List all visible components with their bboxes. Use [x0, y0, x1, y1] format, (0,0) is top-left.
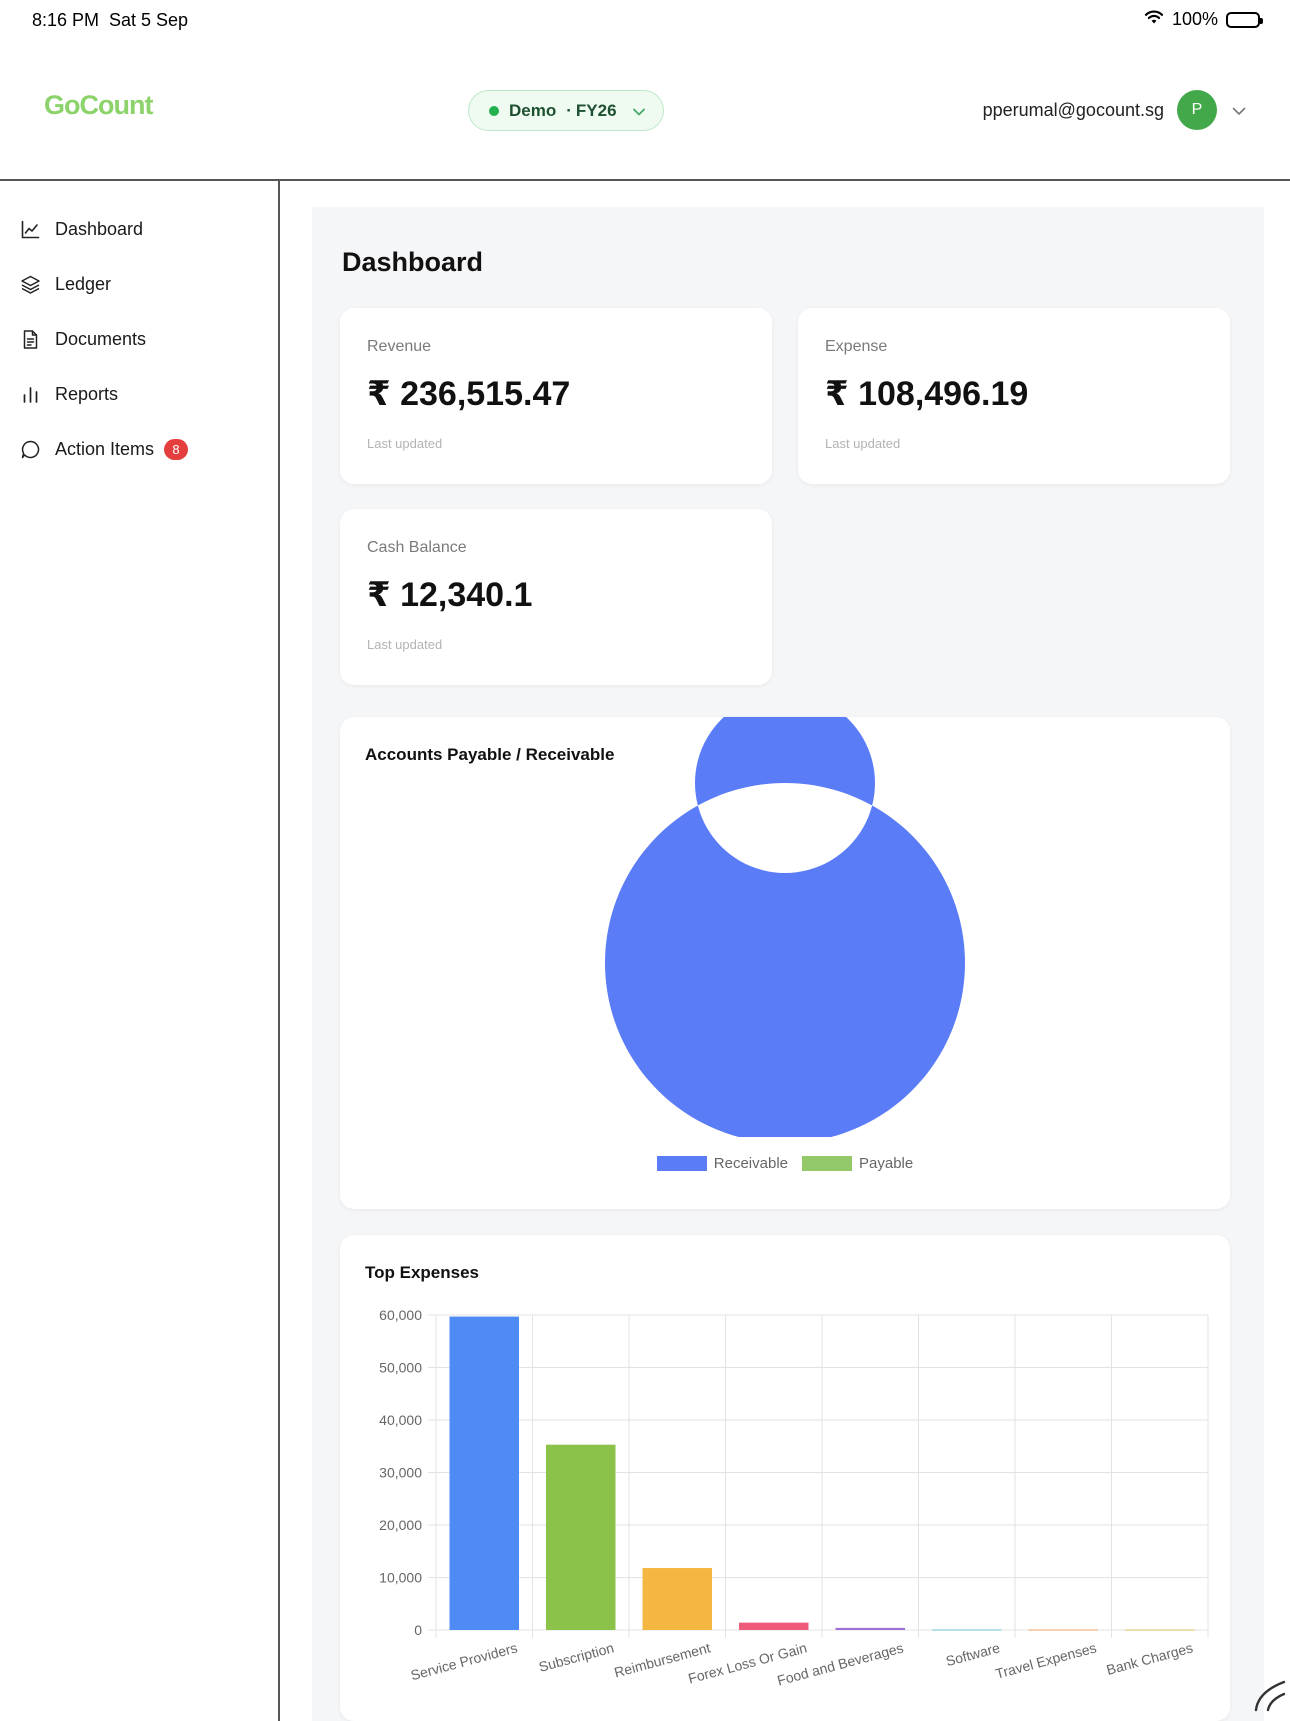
donut-slice-receivable[interactable]: [605, 717, 965, 1137]
status-time: 8:16 PM: [32, 10, 100, 30]
legend-item-receivable[interactable]: Receivable: [656, 1155, 788, 1172]
y-tick-label: 30,000: [379, 1465, 422, 1481]
app-header: GoCount Demo · FY26 pperumal@gocount.sg …: [0, 40, 1290, 181]
legend-swatch: [656, 1156, 707, 1171]
x-tick-label: Service Providers: [409, 1639, 519, 1683]
stat-label: Cash Balance: [367, 539, 467, 556]
bar-travel-expenses[interactable]: [1028, 1629, 1098, 1631]
bar-subscription[interactable]: [546, 1444, 616, 1630]
env-name: Demo: [509, 100, 557, 120]
sidebar-item-label: Reports: [55, 384, 119, 404]
bar-chart-icon: [20, 384, 41, 405]
stat-card-cash-balance: Cash Balance ₹ 12,340.1 Last updated: [340, 509, 772, 685]
chat-bubble-icon: [20, 439, 41, 460]
bar-software[interactable]: [932, 1629, 1002, 1631]
donut-chart: [605, 717, 965, 1137]
stat-updated: Last updated: [367, 637, 443, 652]
legend-label: Payable: [859, 1155, 914, 1172]
stat-card-revenue: Revenue ₹ 236,515.47 Last updated: [340, 308, 772, 484]
status-date: Sat 5 Sep: [109, 10, 189, 30]
stat-label: Expense: [825, 338, 888, 355]
battery-icon: [1226, 11, 1263, 28]
sidebar-item-label: Action Items: [55, 439, 155, 459]
chevron-down-icon: [632, 101, 645, 121]
env-fiscal-year: FY26: [575, 100, 617, 120]
payable-receivable-card: Accounts Payable / Receivable Receivable…: [340, 717, 1230, 1209]
bar-bank-charges[interactable]: [1125, 1629, 1195, 1631]
sidebar: Dashboard Ledger Documents Reports Actio…: [0, 181, 280, 1721]
sidebar-item-action-items[interactable]: Action Items 8: [20, 439, 189, 460]
dashboard-panel: Dashboard Revenue ₹ 236,515.47 Last upda…: [312, 207, 1264, 1721]
user-email[interactable]: pperumal@gocount.sg: [983, 100, 1164, 121]
chevron-down-icon[interactable]: [1232, 103, 1246, 121]
legend-label: Receivable: [713, 1155, 788, 1172]
env-separator: ·: [566, 100, 572, 120]
y-tick-label: 60,000: [379, 1307, 422, 1323]
y-tick-label: 10,000: [379, 1570, 422, 1586]
wifi-icon: [1144, 9, 1164, 30]
stat-card-expense: Expense ₹ 108,496.19 Last updated: [798, 308, 1230, 484]
stat-updated: Last updated: [367, 436, 443, 451]
stat-value: ₹ 108,496.19: [825, 375, 1029, 413]
battery-percent: 100%: [1171, 9, 1218, 29]
chart-legend: Receivable Payable: [340, 1155, 1230, 1172]
sidebar-item-ledger[interactable]: Ledger: [20, 274, 111, 295]
stat-label: Revenue: [367, 338, 432, 355]
sidebar-item-label: Dashboard: [55, 219, 144, 239]
line-chart-icon: [20, 219, 41, 240]
sidebar-item-label: Ledger: [55, 274, 112, 294]
bar-food-and-beverages[interactable]: [835, 1627, 905, 1630]
avatar[interactable]: P: [1177, 90, 1217, 130]
y-tick-label: 20,000: [379, 1517, 422, 1533]
y-tick-label: 40,000: [379, 1412, 422, 1428]
y-tick-label: 0: [414, 1622, 422, 1638]
page-title: Dashboard: [342, 247, 484, 277]
main-content: Dashboard Revenue ₹ 236,515.47 Last upda…: [282, 181, 1290, 1721]
status-dot-icon: [489, 105, 499, 116]
x-tick-label: Software: [944, 1639, 1002, 1669]
legend-swatch: [802, 1156, 852, 1171]
bar-reimbursement[interactable]: [642, 1568, 712, 1630]
sidebar-item-reports[interactable]: Reports: [20, 384, 118, 405]
x-tick-label: Subscription: [537, 1639, 616, 1674]
sidebar-item-documents[interactable]: Documents: [20, 329, 146, 350]
bar-chart: 0 10,000 20,000 30,000 40,000 50,000 60,000 Ser…: [379, 1307, 1209, 1689]
stat-value: ₹ 12,340.1: [367, 576, 533, 614]
action-items-count-badge: 8: [164, 439, 189, 460]
y-tick-label: 50,000: [379, 1360, 422, 1376]
bar-service-providers[interactable]: [449, 1316, 519, 1630]
sidebar-item-dashboard[interactable]: Dashboard: [20, 219, 143, 240]
app-logo[interactable]: GoCount: [44, 90, 153, 121]
layers-icon: [20, 274, 41, 295]
status-indicators: 100%: [1144, 9, 1263, 30]
document-icon: [20, 329, 41, 350]
resize-handle-icon[interactable]: [1252, 1678, 1286, 1717]
status-bar: 8:16 PM Sat 5 Sep 100%: [0, 0, 1290, 40]
bar-forex-loss-or-gain[interactable]: [739, 1622, 809, 1630]
sidebar-item-label: Documents: [55, 329, 147, 349]
x-tick-label: Travel Expenses: [994, 1639, 1098, 1681]
stat-updated: Last updated: [825, 436, 901, 451]
top-expenses-card: Top Expenses 0 10,000 20,000 30,000 40,000 50…: [340, 1235, 1230, 1721]
stat-value: ₹ 236,515.47: [367, 375, 571, 413]
environment-selector[interactable]: Demo · FY26: [468, 90, 664, 131]
legend-item-payable[interactable]: Payable: [802, 1155, 913, 1172]
x-tick-label: Bank Charges: [1105, 1639, 1195, 1677]
